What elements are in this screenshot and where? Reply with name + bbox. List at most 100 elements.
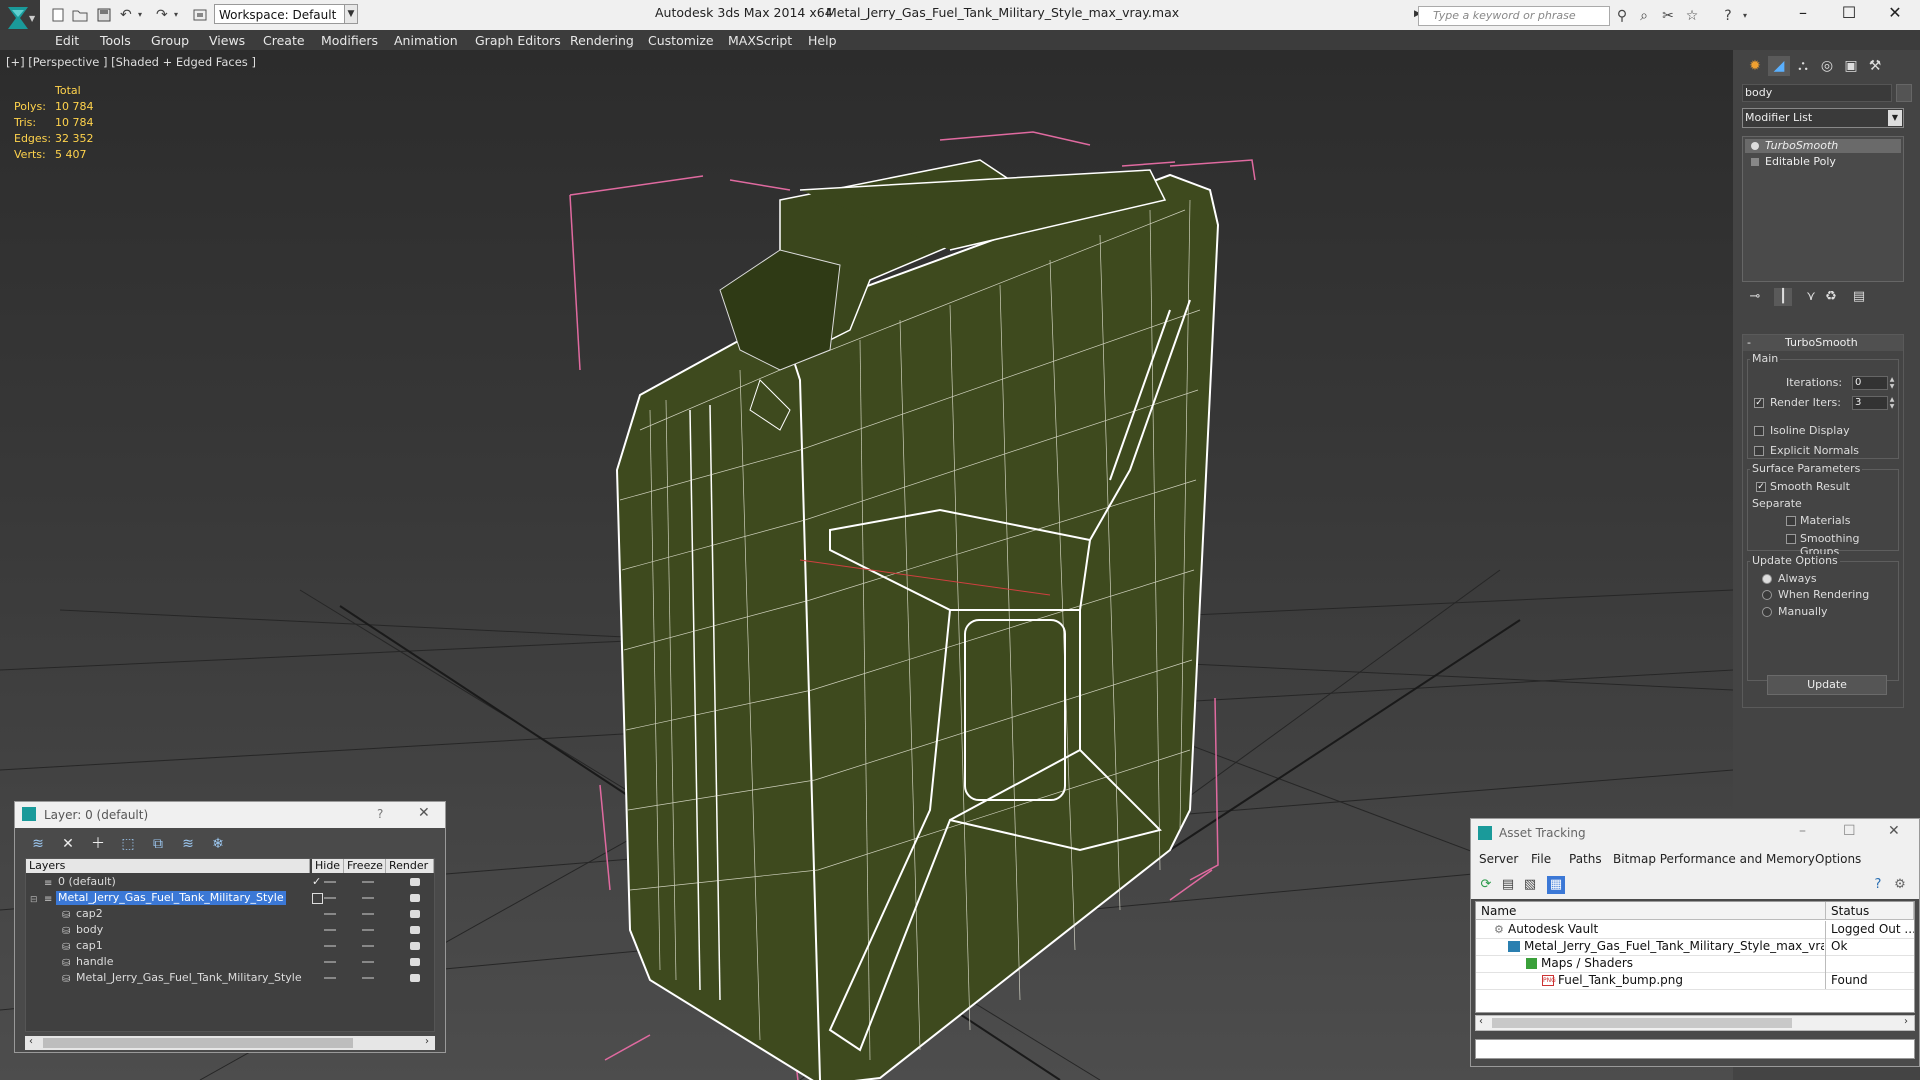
- hide-toggle[interactable]: [324, 929, 336, 931]
- delete-layer-icon[interactable]: ✕: [57, 834, 79, 854]
- hide-toggle[interactable]: [324, 977, 336, 979]
- lightbulb-icon[interactable]: [1751, 142, 1759, 150]
- spinner-arrows-icon[interactable]: ▲ ▼: [1888, 376, 1896, 390]
- column-header-render[interactable]: Render: [386, 859, 434, 873]
- menu-tools[interactable]: Tools: [100, 33, 131, 48]
- freeze-toggle[interactable]: [362, 961, 374, 963]
- layer-row[interactable]: ⛁ cap1: [26, 938, 434, 954]
- hide-toggle[interactable]: [324, 913, 336, 915]
- object-name[interactable]: handle: [74, 955, 116, 969]
- chevron-down-icon[interactable]: ▾: [138, 7, 154, 23]
- object-color-swatch[interactable]: [1896, 84, 1912, 102]
- close-button[interactable]: ✕: [418, 805, 430, 821]
- menu-maxscript[interactable]: MAXScript: [728, 33, 792, 48]
- new-file-icon[interactable]: [50, 7, 66, 23]
- minimize-button[interactable]: –: [1799, 823, 1806, 839]
- modify-tab-icon[interactable]: ◢: [1768, 56, 1790, 76]
- menu-help[interactable]: Help: [808, 33, 837, 48]
- expand-icon[interactable]: [1751, 158, 1759, 166]
- asset-window-titlebar[interactable]: Asset Tracking – ☐ ✕: [1471, 819, 1919, 847]
- iterations-spinner[interactable]: 0: [1852, 376, 1888, 390]
- viewport-label[interactable]: [+] [Perspective ] [Shaded + Edged Faces…: [6, 55, 256, 69]
- scroll-thumb[interactable]: [43, 1038, 353, 1048]
- asset-menu-options[interactable]: Options: [1815, 852, 1861, 866]
- remove-modifier-icon[interactable]: ♻: [1822, 288, 1840, 306]
- hide-all-icon[interactable]: ≋: [177, 834, 199, 854]
- workspace-dropdown[interactable]: Workspace: Default: [214, 4, 354, 24]
- select-objects-icon[interactable]: ⬚: [117, 834, 139, 854]
- spinner-arrows-icon[interactable]: ▲ ▼: [1888, 396, 1896, 410]
- render-teapot-icon[interactable]: [410, 878, 420, 886]
- freeze-toggle[interactable]: [362, 977, 374, 979]
- freeze-all-icon[interactable]: ❄: [207, 834, 229, 854]
- layer-name[interactable]: 0 (default): [56, 875, 118, 889]
- help-icon[interactable]: ?: [1869, 876, 1887, 894]
- favorites-star-icon[interactable]: ☆: [1684, 8, 1700, 24]
- menu-group[interactable]: Group: [151, 33, 189, 48]
- render-teapot-icon[interactable]: [410, 926, 420, 934]
- hide-toggle[interactable]: [324, 897, 336, 899]
- layer-row[interactable]: ⛁ handle: [26, 954, 434, 970]
- object-name[interactable]: cap2: [74, 907, 105, 921]
- create-tab-icon[interactable]: ✹: [1744, 56, 1766, 76]
- configure-modifier-sets-icon[interactable]: ▤: [1850, 288, 1868, 306]
- active-layer-box[interactable]: [312, 893, 323, 904]
- layer-row[interactable]: ⛁ Metal_Jerry_Gas_Fuel_Tank_Military_Sty…: [26, 970, 434, 986]
- refresh-icon[interactable]: ⟳: [1477, 876, 1495, 894]
- motion-tab-icon[interactable]: ◎: [1816, 56, 1838, 76]
- freeze-toggle[interactable]: [362, 881, 374, 883]
- highlight-layer-icon[interactable]: ⧉: [147, 834, 169, 854]
- scroll-left-icon[interactable]: ‹: [1479, 1016, 1483, 1027]
- layer-row[interactable]: ≡ 0 (default) ✓: [26, 874, 434, 890]
- help-button[interactable]: ?: [377, 807, 383, 821]
- menu-rendering[interactable]: Rendering: [570, 33, 634, 48]
- display-tab-icon[interactable]: ▣: [1840, 56, 1862, 76]
- asset-menu-paths[interactable]: Paths: [1569, 852, 1602, 866]
- horizontal-scrollbar[interactable]: ‹ ›: [1475, 1015, 1915, 1031]
- layer-row[interactable]: ⊟ ≡ Metal_Jerry_Gas_Fuel_Tank_Military_S…: [26, 890, 434, 906]
- render-teapot-icon[interactable]: [410, 958, 420, 966]
- scroll-left-icon[interactable]: ‹: [29, 1036, 33, 1047]
- close-button[interactable]: ✕: [1888, 823, 1900, 839]
- menu-animation[interactable]: Animation: [394, 33, 458, 48]
- render-teapot-icon[interactable]: [410, 942, 420, 950]
- menu-customize[interactable]: Customize: [648, 33, 714, 48]
- column-header-layers[interactable]: Layers: [26, 859, 310, 873]
- hierarchy-tab-icon[interactable]: ⛬: [1792, 56, 1814, 76]
- stack-item-editable-poly[interactable]: Editable Poly: [1745, 155, 1901, 169]
- layer-row[interactable]: ⛁ cap2: [26, 906, 434, 922]
- project-folder-icon[interactable]: [192, 7, 208, 23]
- vault-settings-icon[interactable]: ⚙: [1891, 876, 1909, 894]
- help-icon[interactable]: ?: [1720, 8, 1736, 24]
- hide-toggle[interactable]: [324, 961, 336, 963]
- save-file-icon[interactable]: [96, 7, 112, 23]
- asset-row[interactable]: PNG Fuel_Tank_bump.png Found: [1476, 972, 1914, 990]
- layer-window-titlebar[interactable]: Layer: 0 (default) ? ✕: [15, 802, 445, 828]
- rollout-header[interactable]: - TurboSmooth: [1743, 335, 1903, 351]
- maximize-button[interactable]: ☐: [1826, 0, 1872, 26]
- minimize-button[interactable]: –: [1780, 0, 1826, 26]
- column-header-hide[interactable]: Hide: [312, 859, 344, 873]
- asset-row[interactable]: Metal_Jerry_Gas_Fuel_Tank_Military_Style…: [1476, 938, 1914, 956]
- smoothing-groups-checkbox[interactable]: [1786, 534, 1796, 544]
- menu-views[interactable]: Views: [209, 33, 245, 48]
- stack-item-turbosmooth[interactable]: TurboSmooth: [1745, 139, 1901, 153]
- scroll-right-icon[interactable]: ›: [425, 1036, 429, 1047]
- chevron-down-icon[interactable]: ▼: [1888, 110, 1902, 126]
- undo-icon[interactable]: ↶: [120, 7, 136, 23]
- column-header-freeze[interactable]: Freeze: [344, 859, 386, 873]
- render-teapot-icon[interactable]: [410, 974, 420, 982]
- asset-menu-file[interactable]: File: [1531, 852, 1551, 866]
- horizontal-scrollbar[interactable]: ‹ ›: [25, 1036, 435, 1050]
- scroll-right-icon[interactable]: ›: [1904, 1016, 1908, 1027]
- keyword-search-input[interactable]: Type a keyword or phrase: [1418, 6, 1610, 26]
- pin-stack-icon[interactable]: ⊸: [1746, 288, 1764, 306]
- new-layer-icon[interactable]: ≋: [27, 834, 49, 854]
- update-button[interactable]: Update: [1767, 675, 1887, 695]
- freeze-toggle[interactable]: [362, 945, 374, 947]
- binoculars-icon[interactable]: ⚲: [1614, 8, 1630, 24]
- thumbnail-view-icon[interactable]: ▧: [1521, 876, 1539, 894]
- show-end-result-icon[interactable]: ┃: [1774, 288, 1792, 306]
- column-header-name[interactable]: Name: [1476, 902, 1826, 920]
- chevron-down-icon[interactable]: ▼: [344, 4, 358, 24]
